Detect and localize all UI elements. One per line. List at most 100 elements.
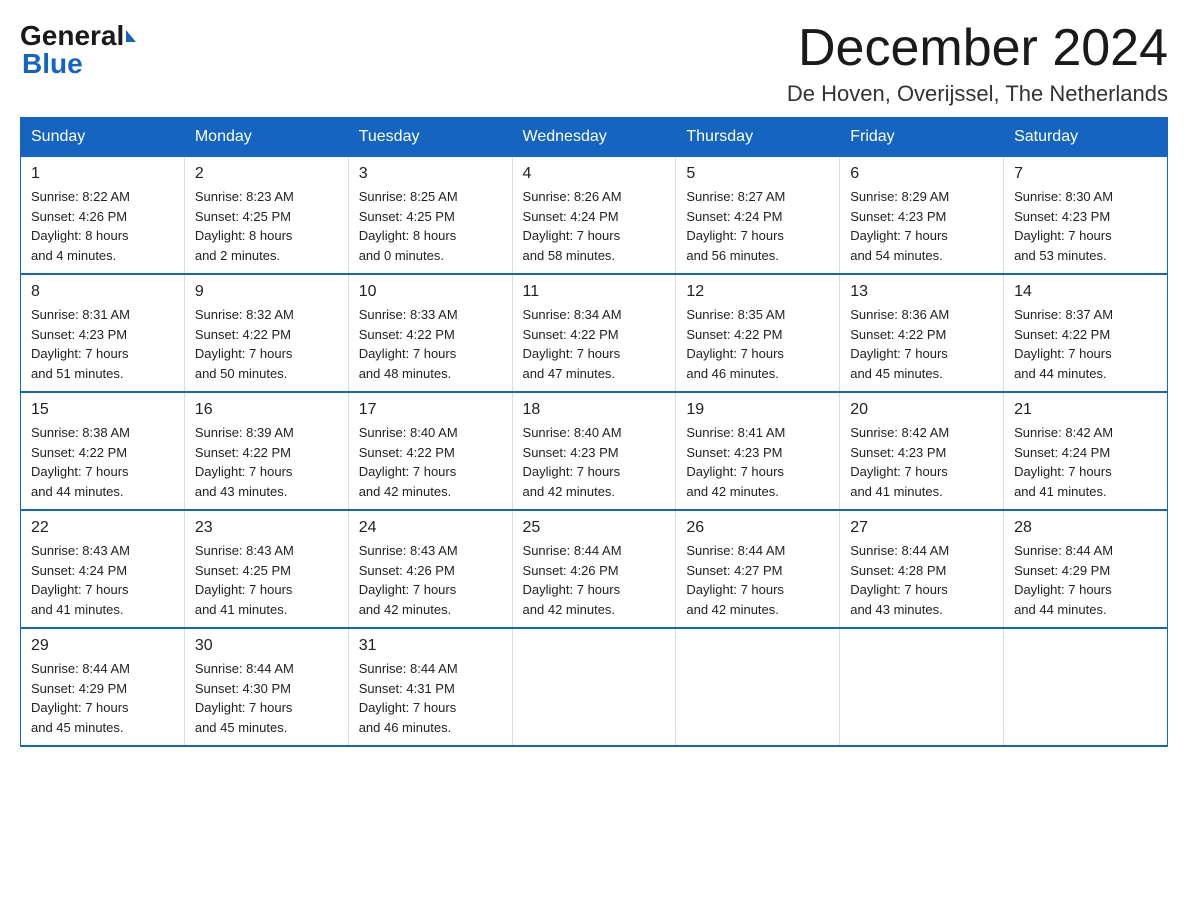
day-info: Sunrise: 8:44 AM Sunset: 4:30 PM Dayligh… — [195, 659, 338, 737]
day-number: 28 — [1014, 519, 1157, 537]
day-number: 1 — [31, 165, 174, 183]
day-number: 9 — [195, 283, 338, 301]
logo-arrow-icon — [126, 30, 136, 42]
day-number: 12 — [686, 283, 829, 301]
day-number: 16 — [195, 401, 338, 419]
calendar-cell: 13 Sunrise: 8:36 AM Sunset: 4:22 PM Dayl… — [840, 274, 1004, 392]
page-header: General Blue December 2024 De Hoven, Ove… — [20, 20, 1168, 107]
weekday-header-row: SundayMondayTuesdayWednesdayThursdayFrid… — [21, 118, 1168, 157]
day-number: 25 — [523, 519, 666, 537]
weekday-header-friday: Friday — [840, 118, 1004, 157]
day-info: Sunrise: 8:44 AM Sunset: 4:26 PM Dayligh… — [523, 541, 666, 619]
calendar-cell: 30 Sunrise: 8:44 AM Sunset: 4:30 PM Dayl… — [184, 628, 348, 746]
day-number: 23 — [195, 519, 338, 537]
day-info: Sunrise: 8:22 AM Sunset: 4:26 PM Dayligh… — [31, 187, 174, 265]
day-number: 5 — [686, 165, 829, 183]
calendar-cell — [676, 628, 840, 746]
calendar-week-3: 15 Sunrise: 8:38 AM Sunset: 4:22 PM Dayl… — [21, 392, 1168, 510]
day-info: Sunrise: 8:27 AM Sunset: 4:24 PM Dayligh… — [686, 187, 829, 265]
location-title: De Hoven, Overijssel, The Netherlands — [787, 81, 1168, 107]
day-info: Sunrise: 8:30 AM Sunset: 4:23 PM Dayligh… — [1014, 187, 1157, 265]
day-number: 29 — [31, 637, 174, 655]
weekday-header-sunday: Sunday — [21, 118, 185, 157]
day-info: Sunrise: 8:40 AM Sunset: 4:22 PM Dayligh… — [359, 423, 502, 501]
calendar-cell: 18 Sunrise: 8:40 AM Sunset: 4:23 PM Dayl… — [512, 392, 676, 510]
day-number: 6 — [850, 165, 993, 183]
day-info: Sunrise: 8:44 AM Sunset: 4:29 PM Dayligh… — [1014, 541, 1157, 619]
calendar-cell: 8 Sunrise: 8:31 AM Sunset: 4:23 PM Dayli… — [21, 274, 185, 392]
calendar-week-5: 29 Sunrise: 8:44 AM Sunset: 4:29 PM Dayl… — [21, 628, 1168, 746]
day-info: Sunrise: 8:32 AM Sunset: 4:22 PM Dayligh… — [195, 305, 338, 383]
calendar-cell: 27 Sunrise: 8:44 AM Sunset: 4:28 PM Dayl… — [840, 510, 1004, 628]
day-number: 2 — [195, 165, 338, 183]
calendar-cell: 22 Sunrise: 8:43 AM Sunset: 4:24 PM Dayl… — [21, 510, 185, 628]
calendar-cell: 4 Sunrise: 8:26 AM Sunset: 4:24 PM Dayli… — [512, 157, 676, 275]
day-info: Sunrise: 8:43 AM Sunset: 4:26 PM Dayligh… — [359, 541, 502, 619]
calendar-cell: 24 Sunrise: 8:43 AM Sunset: 4:26 PM Dayl… — [348, 510, 512, 628]
day-number: 8 — [31, 283, 174, 301]
day-info: Sunrise: 8:23 AM Sunset: 4:25 PM Dayligh… — [195, 187, 338, 265]
calendar-cell: 23 Sunrise: 8:43 AM Sunset: 4:25 PM Dayl… — [184, 510, 348, 628]
weekday-header-monday: Monday — [184, 118, 348, 157]
day-number: 17 — [359, 401, 502, 419]
day-info: Sunrise: 8:26 AM Sunset: 4:24 PM Dayligh… — [523, 187, 666, 265]
day-info: Sunrise: 8:35 AM Sunset: 4:22 PM Dayligh… — [686, 305, 829, 383]
day-info: Sunrise: 8:34 AM Sunset: 4:22 PM Dayligh… — [523, 305, 666, 383]
day-info: Sunrise: 8:40 AM Sunset: 4:23 PM Dayligh… — [523, 423, 666, 501]
day-info: Sunrise: 8:44 AM Sunset: 4:28 PM Dayligh… — [850, 541, 993, 619]
calendar-cell — [840, 628, 1004, 746]
calendar-body: 1 Sunrise: 8:22 AM Sunset: 4:26 PM Dayli… — [21, 157, 1168, 747]
day-number: 27 — [850, 519, 993, 537]
day-info: Sunrise: 8:29 AM Sunset: 4:23 PM Dayligh… — [850, 187, 993, 265]
day-number: 18 — [523, 401, 666, 419]
calendar-cell: 2 Sunrise: 8:23 AM Sunset: 4:25 PM Dayli… — [184, 157, 348, 275]
day-number: 14 — [1014, 283, 1157, 301]
calendar-cell: 12 Sunrise: 8:35 AM Sunset: 4:22 PM Dayl… — [676, 274, 840, 392]
month-title: December 2024 — [787, 20, 1168, 77]
day-number: 11 — [523, 283, 666, 301]
calendar-cell: 29 Sunrise: 8:44 AM Sunset: 4:29 PM Dayl… — [21, 628, 185, 746]
day-number: 22 — [31, 519, 174, 537]
day-number: 13 — [850, 283, 993, 301]
day-number: 4 — [523, 165, 666, 183]
calendar-cell — [1004, 628, 1168, 746]
weekday-header-thursday: Thursday — [676, 118, 840, 157]
calendar-cell: 5 Sunrise: 8:27 AM Sunset: 4:24 PM Dayli… — [676, 157, 840, 275]
calendar-cell: 19 Sunrise: 8:41 AM Sunset: 4:23 PM Dayl… — [676, 392, 840, 510]
calendar-cell: 11 Sunrise: 8:34 AM Sunset: 4:22 PM Dayl… — [512, 274, 676, 392]
logo: General Blue — [20, 20, 136, 80]
day-info: Sunrise: 8:38 AM Sunset: 4:22 PM Dayligh… — [31, 423, 174, 501]
calendar-header: SundayMondayTuesdayWednesdayThursdayFrid… — [21, 118, 1168, 157]
calendar-cell: 26 Sunrise: 8:44 AM Sunset: 4:27 PM Dayl… — [676, 510, 840, 628]
calendar-cell: 3 Sunrise: 8:25 AM Sunset: 4:25 PM Dayli… — [348, 157, 512, 275]
calendar-cell: 7 Sunrise: 8:30 AM Sunset: 4:23 PM Dayli… — [1004, 157, 1168, 275]
calendar-cell: 6 Sunrise: 8:29 AM Sunset: 4:23 PM Dayli… — [840, 157, 1004, 275]
calendar-cell — [512, 628, 676, 746]
day-number: 30 — [195, 637, 338, 655]
day-info: Sunrise: 8:25 AM Sunset: 4:25 PM Dayligh… — [359, 187, 502, 265]
day-number: 31 — [359, 637, 502, 655]
day-info: Sunrise: 8:44 AM Sunset: 4:31 PM Dayligh… — [359, 659, 502, 737]
calendar-cell: 28 Sunrise: 8:44 AM Sunset: 4:29 PM Dayl… — [1004, 510, 1168, 628]
calendar-cell: 20 Sunrise: 8:42 AM Sunset: 4:23 PM Dayl… — [840, 392, 1004, 510]
weekday-header-wednesday: Wednesday — [512, 118, 676, 157]
day-info: Sunrise: 8:44 AM Sunset: 4:29 PM Dayligh… — [31, 659, 174, 737]
calendar-cell: 15 Sunrise: 8:38 AM Sunset: 4:22 PM Dayl… — [21, 392, 185, 510]
calendar-cell: 14 Sunrise: 8:37 AM Sunset: 4:22 PM Dayl… — [1004, 274, 1168, 392]
day-info: Sunrise: 8:33 AM Sunset: 4:22 PM Dayligh… — [359, 305, 502, 383]
day-number: 7 — [1014, 165, 1157, 183]
calendar-week-1: 1 Sunrise: 8:22 AM Sunset: 4:26 PM Dayli… — [21, 157, 1168, 275]
day-number: 10 — [359, 283, 502, 301]
day-number: 3 — [359, 165, 502, 183]
day-number: 26 — [686, 519, 829, 537]
calendar-cell: 1 Sunrise: 8:22 AM Sunset: 4:26 PM Dayli… — [21, 157, 185, 275]
day-number: 24 — [359, 519, 502, 537]
day-info: Sunrise: 8:42 AM Sunset: 4:23 PM Dayligh… — [850, 423, 993, 501]
day-info: Sunrise: 8:41 AM Sunset: 4:23 PM Dayligh… — [686, 423, 829, 501]
day-number: 21 — [1014, 401, 1157, 419]
calendar-cell: 25 Sunrise: 8:44 AM Sunset: 4:26 PM Dayl… — [512, 510, 676, 628]
calendar-cell: 31 Sunrise: 8:44 AM Sunset: 4:31 PM Dayl… — [348, 628, 512, 746]
day-info: Sunrise: 8:36 AM Sunset: 4:22 PM Dayligh… — [850, 305, 993, 383]
day-number: 19 — [686, 401, 829, 419]
calendar-table: SundayMondayTuesdayWednesdayThursdayFrid… — [20, 117, 1168, 747]
